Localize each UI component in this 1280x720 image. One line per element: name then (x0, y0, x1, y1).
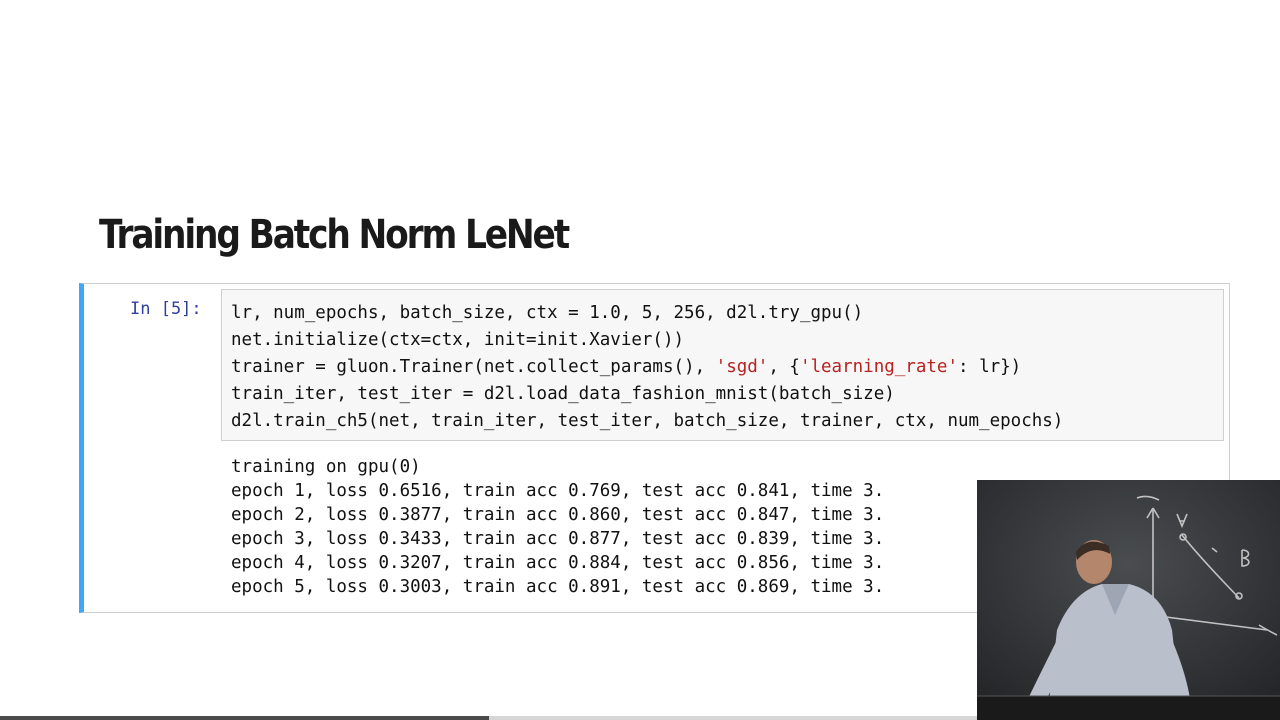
webcam-image (977, 480, 1280, 720)
code-line: trainer = gluon.Trainer(net.collect_para… (231, 354, 1063, 381)
code-text: lr, num_epochs, batch_size, ctx = 1.0, 5… (231, 303, 864, 323)
code-text: train_iter, test_iter = d2l.load_data_fa… (231, 384, 895, 404)
code-string: 'learning_rate' (799, 357, 958, 377)
output-epoch-line: epoch 2, loss 0.3877, train acc 0.860, t… (231, 505, 885, 525)
code-string: 'sgd' (715, 357, 769, 377)
code-text: , { (768, 357, 800, 377)
output-epoch-line: epoch 1, loss 0.6516, train acc 0.769, t… (231, 481, 885, 501)
code-line: train_iter, test_iter = d2l.load_data_fa… (231, 381, 1063, 408)
output-device-line: training on gpu(0) (231, 457, 421, 477)
code-line: lr, num_epochs, batch_size, ctx = 1.0, 5… (231, 300, 1063, 327)
video-progress-fill (0, 716, 489, 720)
lecturer-webcam (977, 480, 1280, 720)
code-text: d2l.train_ch5(net, train_iter, test_iter… (231, 411, 1064, 431)
code-line: d2l.train_ch5(net, train_iter, test_iter… (231, 408, 1063, 435)
output-epoch-line: epoch 4, loss 0.3207, train acc 0.884, t… (231, 553, 885, 573)
output-epoch-line: epoch 5, loss 0.3003, train acc 0.891, t… (231, 577, 885, 597)
code-block: lr, num_epochs, batch_size, ctx = 1.0, 5… (231, 300, 1063, 435)
code-text: net.initialize(ctx=ctx, init=init.Xavier… (231, 330, 685, 350)
code-text: trainer = gluon.Trainer(net.collect_para… (231, 357, 716, 377)
slide-title: Training Batch Norm LeNet (99, 212, 570, 258)
output-epoch-line: epoch 3, loss 0.3433, train acc 0.877, t… (231, 529, 885, 549)
code-line: net.initialize(ctx=ctx, init=init.Xavier… (231, 327, 1063, 354)
video-progress-bar[interactable] (0, 716, 977, 720)
code-text: : lr}) (958, 357, 1022, 377)
cell-prompt: In [5]: (130, 299, 202, 319)
cell-output: training on gpu(0) epoch 1, loss 0.6516, … (231, 455, 884, 599)
